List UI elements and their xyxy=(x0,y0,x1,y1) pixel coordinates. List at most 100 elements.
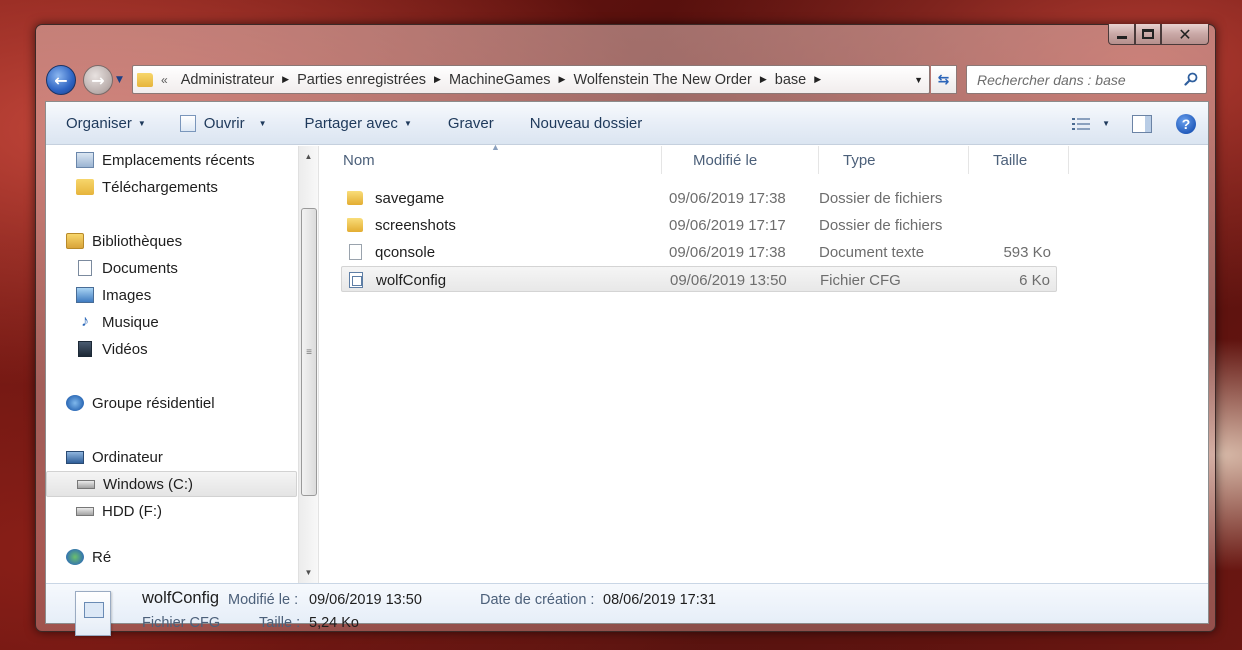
file-name: screenshots xyxy=(375,216,456,234)
scrollbar-thumb[interactable]: ≡ xyxy=(301,208,317,496)
breadcrumb-separator-icon[interactable]: ▶ xyxy=(757,74,770,85)
details-type: Fichier CFG xyxy=(142,615,221,631)
file-size: 593 Ko xyxy=(1003,243,1051,261)
chevron-down-icon[interactable]: ▼ xyxy=(1102,119,1110,128)
search-input[interactable]: Rechercher dans : base xyxy=(977,72,1126,88)
navigation-pane: Emplacements récents Téléchargements Bib… xyxy=(46,146,318,583)
file-row-wolfconfig[interactable]: wolfConfig 09/06/2019 13:50 Fichier CFG … xyxy=(341,266,1057,292)
scroll-down-icon[interactable]: ▼ xyxy=(299,564,318,581)
file-name: wolfConfig xyxy=(376,271,447,289)
breadcrumb-separator-icon[interactable]: ▶ xyxy=(811,74,824,85)
search-icon[interactable] xyxy=(1184,72,1198,86)
sidebar-item-music[interactable]: ♪ Musique xyxy=(76,309,159,335)
sidebar-item-windows-c[interactable]: Windows (C:) xyxy=(46,471,297,497)
sidebar-item-downloads[interactable]: Téléchargements xyxy=(76,174,218,200)
breadcrumb-separator-icon[interactable]: ▶ xyxy=(431,74,444,85)
explorer-content: Organiser ▼ Ouvrir ▼ Partager avec ▼ Graver… xyxy=(45,101,1209,636)
maximize-button[interactable] xyxy=(1135,24,1161,45)
organize-label: Organiser xyxy=(66,114,132,132)
column-header-modified[interactable]: Modifié le xyxy=(669,146,819,174)
file-type: Dossier de fichiers xyxy=(819,216,943,234)
sidebar-item-label: Téléchargements xyxy=(102,178,218,196)
sidebar-item-label: Ré xyxy=(92,548,112,566)
view-options-icon[interactable] xyxy=(1072,117,1091,131)
chevron-down-icon: ▼ xyxy=(403,118,412,128)
file-name-cell: screenshots xyxy=(347,212,456,238)
videos-icon xyxy=(78,341,92,357)
burn-label: Graver xyxy=(447,114,494,132)
breadcrumb-separator-icon[interactable]: ▶ xyxy=(279,74,292,85)
breadcrumb-parties-enregistrees[interactable]: Parties enregistrées xyxy=(292,72,431,88)
sidebar-item-computer[interactable]: Ordinateur xyxy=(66,444,163,470)
breadcrumb-machinegames[interactable]: MachineGames xyxy=(444,72,556,88)
maximize-icon xyxy=(1142,29,1154,39)
search-box[interactable]: Rechercher dans : base xyxy=(966,65,1207,94)
file-row-savegame[interactable]: savegame 09/06/2019 17:38 Dossier de fic… xyxy=(341,185,1057,211)
sidebar-item-recent-places[interactable]: Emplacements récents xyxy=(76,147,255,173)
burn-button[interactable]: Graver xyxy=(438,115,504,132)
sidebar-item-label: Vidéos xyxy=(102,340,148,358)
sidebar-item-network[interactable]: Ré xyxy=(66,544,111,570)
chevron-down-icon: ▼ xyxy=(137,118,146,128)
sidebar-item-homegroup[interactable]: Groupe résidentiel xyxy=(66,390,215,416)
new-folder-label: Nouveau dossier xyxy=(529,114,643,132)
breadcrumb-administrateur[interactable]: Administrateur xyxy=(176,72,279,88)
scroll-up-icon[interactable]: ▲ xyxy=(299,148,318,165)
file-type: Dossier de fichiers xyxy=(819,189,943,207)
preview-pane-icon[interactable] xyxy=(1132,114,1152,133)
details-created-label: Date de création : xyxy=(480,592,595,608)
open-button[interactable]: Ouvrir ▼ xyxy=(170,114,277,132)
address-overflow-chevron[interactable]: « xyxy=(161,73,168,87)
pictures-icon xyxy=(76,287,94,303)
details-size-value: 5,24 Ko xyxy=(309,615,359,631)
column-header-label: Taille xyxy=(993,151,1028,169)
sidebar-item-label: Musique xyxy=(102,313,159,331)
back-button[interactable]: ← xyxy=(46,65,76,95)
close-button[interactable]: ✕ xyxy=(1161,24,1209,45)
breadcrumb-separator-icon[interactable]: ▶ xyxy=(556,74,569,85)
sidebar-item-label: HDD (F:) xyxy=(102,502,162,520)
sidebar-item-label: Emplacements récents xyxy=(102,151,255,169)
documents-icon xyxy=(78,260,92,276)
column-headers: Nom ▲ Modifié le Type Taille xyxy=(319,142,1208,174)
explorer-window: ✕ ← → ▼ « Administrateur ▶ Parties enreg… xyxy=(35,24,1216,636)
homegroup-icon xyxy=(66,395,84,411)
file-row-qconsole[interactable]: qconsole 09/06/2019 17:38 Document texte… xyxy=(341,239,1057,265)
breadcrumb-wolfenstein[interactable]: Wolfenstein The New Order xyxy=(568,72,756,88)
details-created-value: 08/06/2019 17:31 xyxy=(603,592,716,608)
libraries-icon xyxy=(66,233,84,249)
recent-pages-dropdown[interactable]: ▼ xyxy=(116,75,123,85)
caption-buttons: ✕ xyxy=(1108,24,1209,45)
sidebar-item-label: Ordinateur xyxy=(92,448,163,466)
address-bar[interactable]: « Administrateur ▶ Parties enregistrées … xyxy=(132,65,930,94)
details-file-name: wolfConfig xyxy=(142,589,220,607)
column-header-type[interactable]: Type xyxy=(819,146,969,174)
minimize-button[interactable] xyxy=(1108,24,1135,45)
file-name-cell: wolfConfig xyxy=(348,267,446,293)
sidebar-item-label: Groupe résidentiel xyxy=(92,394,215,412)
open-document-icon xyxy=(179,114,196,132)
navigation-scrollbar[interactable]: ▲ ≡ ▼ xyxy=(298,146,318,583)
column-header-label: Nom xyxy=(343,151,375,169)
sidebar-item-documents[interactable]: Documents xyxy=(76,255,178,281)
sidebar-item-libraries[interactable]: Bibliothèques xyxy=(66,228,182,254)
file-row-screenshots[interactable]: screenshots 09/06/2019 17:17 Dossier de … xyxy=(341,212,1057,238)
organize-button[interactable]: Organiser ▼ xyxy=(56,115,156,132)
new-folder-button[interactable]: Nouveau dossier xyxy=(520,115,653,132)
folder-icon xyxy=(347,191,363,205)
column-header-name[interactable]: Nom ▲ xyxy=(319,142,662,174)
sidebar-item-images[interactable]: Images xyxy=(76,282,151,308)
share-with-button[interactable]: Partager avec ▼ xyxy=(295,115,422,132)
breadcrumb-base[interactable]: base xyxy=(770,72,811,88)
column-header-size[interactable]: Taille xyxy=(969,146,1069,174)
refresh-button[interactable]: ⇆ xyxy=(931,65,957,94)
column-header-label: Type xyxy=(843,151,876,169)
file-modified: 09/06/2019 17:38 xyxy=(669,243,786,261)
downloads-folder-icon xyxy=(76,179,94,195)
address-history-dropdown[interactable]: ▼ xyxy=(914,75,923,85)
sidebar-item-videos[interactable]: Vidéos xyxy=(76,336,148,362)
forward-button[interactable]: → xyxy=(83,65,113,95)
help-icon[interactable]: ? xyxy=(1176,113,1196,134)
sort-ascending-icon: ▲ xyxy=(491,142,500,152)
sidebar-item-hdd-f[interactable]: HDD (F:) xyxy=(76,498,162,524)
